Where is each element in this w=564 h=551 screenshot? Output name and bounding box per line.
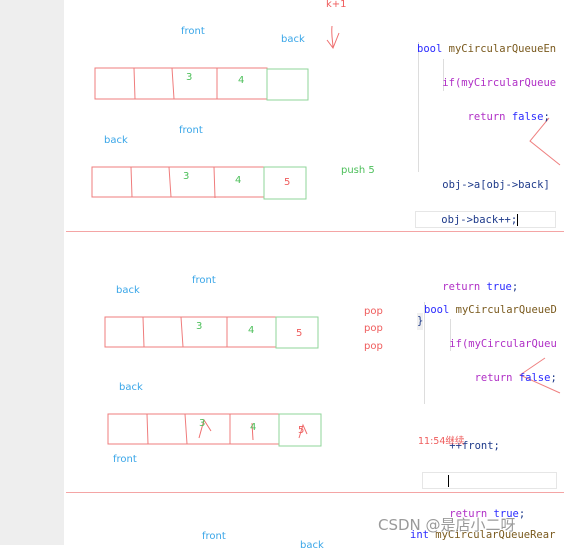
back-pointer-label: back xyxy=(281,34,305,45)
timestamp-note: 11:54继续 xyxy=(418,436,465,447)
cell-value: 4 xyxy=(238,75,245,86)
front-pointer-label: front xyxy=(181,26,205,37)
pop-label: pop xyxy=(364,341,383,352)
cell-value: 3 xyxy=(186,72,193,83)
front-pointer-label: front xyxy=(113,454,137,465)
cell-value: 3 xyxy=(196,321,203,332)
k-plus-1-label: k+1 xyxy=(326,0,347,10)
dequeue-code-block: bool myCircularQueueD if(myCircularQueu … xyxy=(422,304,557,520)
back-pointer-label: back xyxy=(300,540,324,551)
cell-value: 5 xyxy=(296,328,303,339)
cell-value: 4 xyxy=(248,325,255,336)
front-pointer-label: front xyxy=(202,531,226,542)
cell-value: 5 xyxy=(284,177,291,188)
down-arrow-icon xyxy=(326,25,340,50)
cell-value: 3 xyxy=(183,171,190,182)
back-pointer-label: back xyxy=(104,135,128,146)
back-pointer-label: back xyxy=(116,285,140,296)
pop-label: pop xyxy=(364,323,383,334)
front-pointer-label: front xyxy=(179,125,203,136)
back-pointer-label: back xyxy=(119,382,143,393)
new-slot xyxy=(266,68,309,101)
watermark: CSDN @是店小二呀 xyxy=(378,516,516,534)
cell-value: 4 xyxy=(235,175,242,186)
front-pointer-label: front xyxy=(192,275,216,286)
cell-value: 4 xyxy=(250,422,257,433)
push-label: push 5 xyxy=(341,165,375,176)
pop-label: pop xyxy=(364,306,383,317)
cell-value: 3 xyxy=(199,418,206,429)
cell-value: 5 xyxy=(298,425,305,436)
